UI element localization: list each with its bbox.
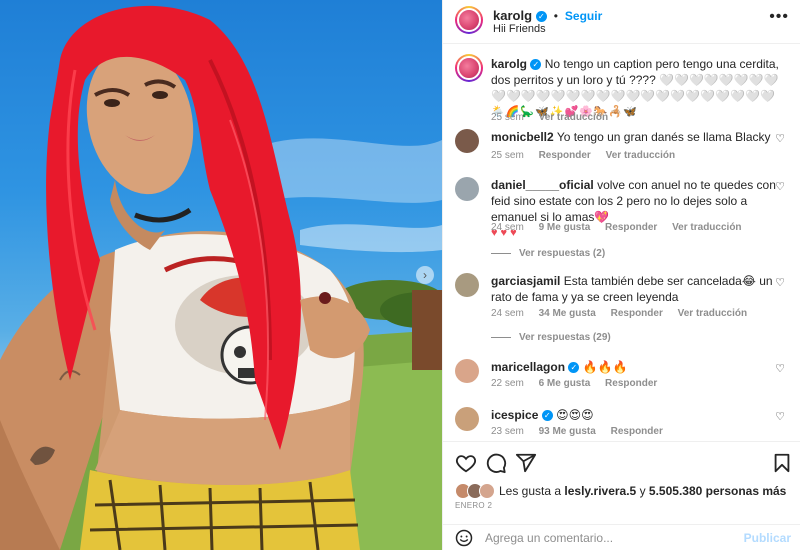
like-comment-heart-icon[interactable]: ♡ (775, 362, 785, 375)
like-comment-heart-icon[interactable]: ♡ (775, 180, 785, 193)
like-comment-heart-icon[interactable]: ♡ (775, 410, 785, 423)
comment-input[interactable] (485, 529, 735, 547)
save-bookmark-icon[interactable] (771, 452, 793, 474)
comment-item: icespice ✓ 😍😍😍 23 sem 93 Me gusta Respon… (455, 406, 785, 441)
caption-text: karolg ✓ No tengo un caption pero tengo … (491, 56, 781, 120)
caption-author-avatar[interactable] (455, 54, 483, 82)
post-location[interactable]: Hii Friends (493, 23, 546, 35)
like-comment-heart-icon[interactable]: ♡ (775, 132, 785, 145)
comment-username[interactable]: daniel_____oficial (491, 178, 594, 192)
post-header: karolg ✓ • Seguir Hii Friends ••• (443, 0, 800, 44)
comment-item: maricellagon ✓ 🔥🔥🔥 22 sem 6 Me gusta Res… (455, 358, 785, 394)
comment-text: monicbell2 Yo tengo un gran danés se lla… (491, 129, 781, 145)
add-comment-bar: Publicar (443, 524, 800, 550)
view-replies-button[interactable]: Ver respuestas (29) (491, 332, 611, 343)
comment-body: 😍😍😍 (556, 408, 594, 422)
post-date[interactable]: ENERO 2 (455, 501, 492, 510)
comment-avatar[interactable] (455, 359, 479, 383)
likes-connector: y (639, 484, 646, 498)
comment-username[interactable]: garciasjamil (491, 274, 560, 288)
comment-like-count[interactable]: 6 Me gusta (539, 378, 591, 389)
share-send-icon[interactable] (515, 452, 537, 474)
comment-time: 24 sem (491, 222, 524, 233)
caption-translate-button[interactable]: Ver traducción (539, 112, 608, 123)
reply-button[interactable]: Responder (539, 150, 591, 161)
comment-meta: 25 sem Responder Ver traducción (491, 150, 687, 161)
caption-meta: 25 sem Ver traducción (491, 112, 620, 123)
likes-count-link[interactable]: 5.505.380 personas más (649, 484, 786, 498)
post-photo[interactable]: › (0, 0, 442, 550)
post-actions: Les gusta a lesly.rivera.5 y 5.505.380 p… (443, 441, 800, 526)
follow-button[interactable]: Seguir (565, 9, 602, 23)
verified-badge-icon: ✓ (530, 59, 542, 71)
translate-button[interactable]: Ver traducción (672, 222, 741, 233)
comment-username[interactable]: icespice (491, 408, 538, 422)
caption-username[interactable]: karolg (491, 57, 527, 71)
caption-item: karolg ✓ No tengo un caption pero tengo … (455, 54, 785, 124)
comment-meta: 22 sem 6 Me gusta Responder (491, 378, 669, 389)
post-details-panel: karolg ✓ • Seguir Hii Friends ••• karolg… (442, 0, 800, 550)
reply-button[interactable]: Responder (605, 222, 657, 233)
comment-avatar[interactable] (455, 129, 479, 153)
view-replies-button[interactable]: Ver respuestas (2) (491, 248, 605, 259)
comment-like-count[interactable]: 93 Me gusta (539, 426, 596, 437)
comment-meta: 24 sem 34 Me gusta Responder Ver traducc… (491, 308, 759, 319)
comment-username[interactable]: monicbell2 (491, 130, 554, 144)
comment-item: daniel_____oficial volve con anuel no te… (455, 176, 785, 266)
separator-dot: • (553, 9, 558, 23)
comment-text: garciasjamil Esta también debe ser cance… (491, 273, 781, 305)
likes-user-link[interactable]: lesly.rivera.5 (564, 484, 636, 498)
comment-meta: 24 sem 9 Me gusta Responder Ver traducci… (491, 222, 754, 233)
likes-summary: Les gusta a lesly.rivera.5 y 5.505.380 p… (455, 483, 786, 499)
verified-badge-icon: ✓ (541, 410, 553, 422)
liker-avatars[interactable] (455, 483, 495, 499)
comment-item: monicbell2 Yo tengo un gran danés se lla… (455, 128, 785, 168)
verified-badge-icon: ✓ (568, 362, 580, 374)
selfie-image (0, 5, 442, 550)
comment-body: Yo tengo un gran danés se llama Blacky (556, 130, 771, 144)
comment-time: 25 sem (491, 150, 524, 161)
translate-button[interactable]: Ver traducción (606, 150, 675, 161)
emoji-smile-icon[interactable] (455, 529, 473, 547)
author-avatar[interactable] (455, 6, 483, 34)
author-username[interactable]: karolg (493, 8, 532, 23)
comment-item: garciasjamil Esta también debe ser cance… (455, 272, 785, 352)
instagram-post-view: › karolg ✓ • Seguir Hii Friends ••• karo… (0, 0, 800, 550)
caption-time: 25 sem (491, 112, 524, 123)
comment-time: 22 sem (491, 378, 524, 389)
like-comment-heart-icon[interactable]: ♡ (775, 276, 785, 289)
comment-body: 🔥🔥🔥 (582, 360, 628, 374)
comment-username[interactable]: maricellagon (491, 360, 565, 374)
verified-badge-icon: ✓ (535, 10, 547, 22)
carousel-next-button[interactable]: › (416, 266, 434, 284)
more-options-icon[interactable]: ••• (769, 8, 789, 26)
comments-section: karolg ✓ No tengo un caption pero tengo … (443, 44, 800, 441)
comment-time: 23 sem (491, 426, 524, 437)
comment-avatar[interactable] (455, 407, 479, 431)
translate-button[interactable]: Ver traducción (678, 308, 747, 319)
comment-like-count[interactable]: 9 Me gusta (539, 222, 591, 233)
like-heart-icon[interactable] (455, 452, 477, 474)
likes-prefix: Les gusta a (499, 484, 562, 498)
comment-text: icespice ✓ 😍😍😍 (491, 407, 781, 423)
reply-button[interactable]: Responder (605, 378, 657, 389)
comment-avatar[interactable] (455, 273, 479, 297)
comment-meta: 23 sem 93 Me gusta Responder (491, 426, 675, 437)
comment-like-count[interactable]: 34 Me gusta (539, 308, 596, 319)
reply-button[interactable]: Responder (611, 426, 663, 437)
comment-text: maricellagon ✓ 🔥🔥🔥 (491, 359, 781, 375)
comment-bubble-icon[interactable] (485, 452, 507, 474)
comment-avatar[interactable] (455, 177, 479, 201)
comment-time: 24 sem (491, 308, 524, 319)
reply-button[interactable]: Responder (611, 308, 663, 319)
post-comment-button[interactable]: Publicar (744, 531, 791, 545)
